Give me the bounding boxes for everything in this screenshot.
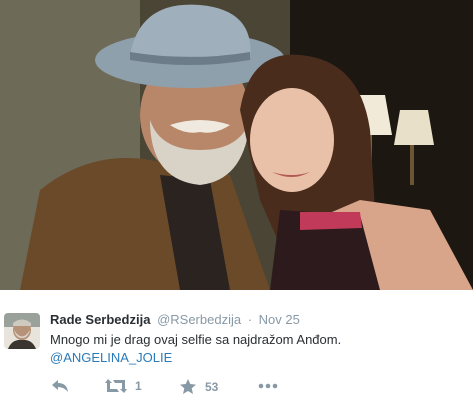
favorite-button[interactable]: 53 [180,379,218,394]
retweet-button[interactable]: 1 [105,379,142,393]
avatar[interactable] [4,313,40,349]
tweet: Rade Serbedzija @RSerbedzija · Nov 25 Mn… [0,290,473,418]
retweet-icon [105,379,127,393]
author-name[interactable]: Rade Serbedzija [50,312,150,327]
tweet-date[interactable]: Nov 25 [259,312,300,327]
reply-icon [52,380,68,392]
author-handle[interactable]: @RSerbedzija [157,312,241,327]
star-icon [180,379,196,394]
favorite-count: 53 [205,379,219,394]
mention-link[interactable]: @ANGELINA_JOLIE [50,350,172,365]
selfie-image [0,0,473,290]
tweet-text: Mnogo mi je drag ovaj selfie sa najdražo… [50,332,342,347]
avatar-image [4,313,40,349]
more-icon [258,383,278,389]
tweet-header: Rade Serbedzija @RSerbedzija · Nov 25 [50,312,300,327]
separator: · [247,312,253,327]
reply-button[interactable] [52,379,68,393]
retweet-count: 1 [135,379,142,393]
tweet-actions: 1 53 [50,379,310,399]
more-button[interactable] [258,383,278,389]
tweet-photo[interactable] [0,0,473,290]
